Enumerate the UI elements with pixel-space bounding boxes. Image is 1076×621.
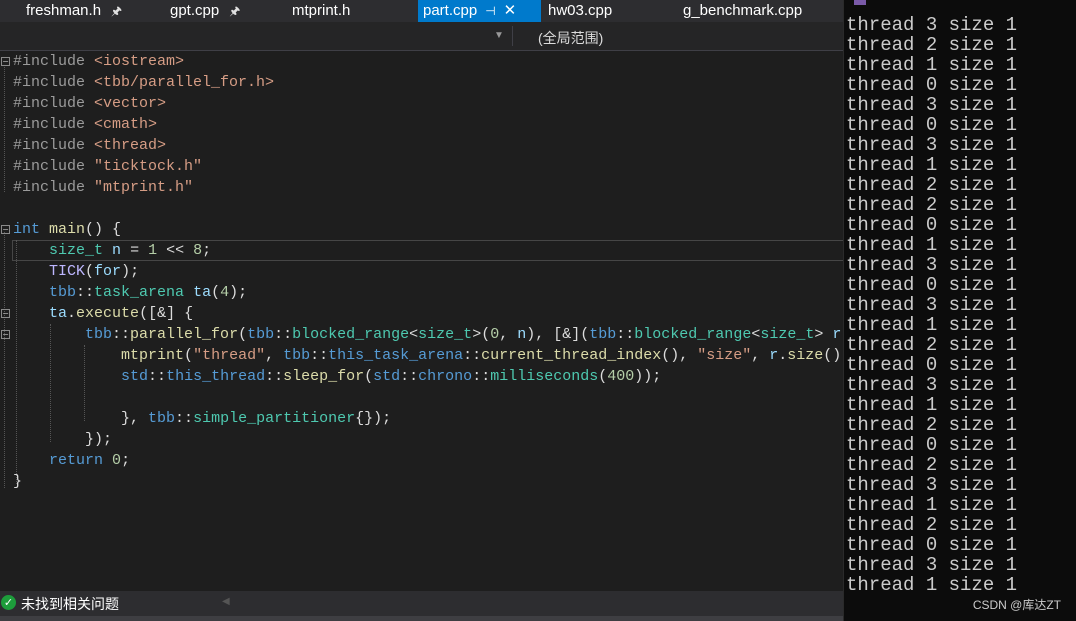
- console-line: thread 3 size 1: [846, 374, 1018, 396]
- tab-part-cpp[interactable]: part.cpp ⊣ ✕: [418, 0, 541, 22]
- tab-g-benchmark-cpp[interactable]: g_benchmark.cpp: [683, 0, 802, 22]
- code-line: }: [13, 473, 23, 490]
- pin-icon[interactable]: ⊣: [485, 4, 495, 18]
- tab-gpt-cpp[interactable]: gpt.cpp 🖈: [170, 0, 240, 22]
- console-line: thread 2 size 1: [846, 454, 1018, 476]
- console-line: thread 3 size 1: [846, 254, 1018, 276]
- tab-hw03-cpp[interactable]: hw03.cpp: [548, 0, 612, 22]
- tab-freshman-h[interactable]: freshman.h 🖈: [26, 0, 122, 22]
- console-line: thread 3 size 1: [846, 554, 1018, 576]
- console-app-icon: [854, 0, 866, 5]
- console-line: thread 1 size 1: [846, 394, 1018, 416]
- collapse-icon[interactable]: [1, 330, 10, 339]
- divider: [512, 26, 513, 46]
- horizontal-scrollbar[interactable]: [0, 616, 843, 621]
- console-line: thread 0 size 1: [846, 74, 1018, 96]
- code-line: TICK(for);: [49, 263, 140, 280]
- issues-status[interactable]: 未找到相关问题: [21, 594, 119, 614]
- pin-icon[interactable]: 🖈: [111, 4, 122, 18]
- console-output: thread 3 size 1 thread 2 size 1 thread 1 s…: [846, 15, 1017, 595]
- code-line: ta.execute([&] {: [49, 305, 194, 322]
- console-line: thread 0 size 1: [846, 214, 1018, 236]
- console-line: thread 0 size 1: [846, 114, 1018, 136]
- code-line: #include "ticktock.h": [13, 158, 203, 175]
- console-line: thread 1 size 1: [846, 154, 1018, 176]
- chevron-down-icon[interactable]: ▼: [494, 30, 504, 41]
- console-line: thread 2 size 1: [846, 334, 1018, 356]
- console-line: thread 0 size 1: [846, 354, 1018, 376]
- tab-label: g_benchmark.cpp: [683, 2, 803, 19]
- console-line: thread 1 size 1: [846, 234, 1018, 256]
- code-line: #include <cmath>: [13, 116, 158, 133]
- console-line: thread 0 size 1: [846, 434, 1018, 456]
- console-line: thread 1 size 1: [846, 54, 1018, 76]
- code-area[interactable]: #include <iostream> #include <tbb/parall…: [0, 50, 843, 590]
- code-line: mtprint("thread", tbb::this_task_arena::…: [121, 347, 843, 364]
- code-line: int main() {: [13, 221, 122, 238]
- console-line: thread 3 size 1: [846, 94, 1018, 116]
- console-line: thread 0 size 1: [846, 274, 1018, 296]
- console-title-bar: [844, 0, 1076, 5]
- console-line: thread 1 size 1: [846, 574, 1018, 596]
- console-line: thread 2 size 1: [846, 514, 1018, 536]
- code-line: }, tbb::simple_partitioner{});: [13, 410, 392, 427]
- console-line: thread 3 size 1: [846, 474, 1018, 496]
- watermark: CSDN @库达ZT: [972, 598, 1061, 612]
- code-line: std::this_thread::sleep_for(std::chrono:…: [121, 368, 662, 385]
- console-line: thread 3 size 1: [846, 294, 1018, 316]
- tab-label: part.cpp: [423, 2, 478, 19]
- check-circle-icon: ✓: [1, 595, 16, 610]
- console-window[interactable]: thread 3 size 1 thread 2 size 1 thread 1 s…: [843, 0, 1076, 621]
- console-line: thread 0 size 1: [846, 534, 1018, 556]
- collapse-icon[interactable]: [1, 57, 10, 66]
- tab-mtprint-h[interactable]: mtprint.h: [292, 0, 350, 22]
- console-line: thread 2 size 1: [846, 194, 1018, 216]
- scroll-left-icon[interactable]: ◀: [222, 596, 230, 607]
- code-line: #include <tbb/parallel_for.h>: [13, 74, 275, 91]
- tab-label: mtprint.h: [292, 2, 351, 19]
- tab-label: freshman.h: [26, 2, 102, 19]
- code-line: #include <vector>: [13, 95, 167, 112]
- code-line: });: [13, 431, 113, 448]
- indent-guide: [4, 65, 5, 192]
- code-line: size_t n = 1 << 8;: [49, 242, 212, 259]
- collapse-icon[interactable]: [1, 309, 10, 318]
- console-line: thread 1 size 1: [846, 494, 1018, 516]
- console-line: thread 1 size 1: [846, 314, 1018, 336]
- scope-dropdown[interactable]: (全局范围): [538, 28, 603, 48]
- code-line: tbb::parallel_for(tbb::blocked_range<siz…: [85, 326, 843, 343]
- tab-label: gpt.cpp: [170, 2, 220, 19]
- code-line: #include <thread>: [13, 137, 167, 154]
- status-bar: ✓ 未找到相关问题 ◀: [0, 591, 843, 616]
- close-icon[interactable]: ✕: [504, 2, 517, 19]
- indent-guide: [4, 232, 5, 488]
- console-line: thread 2 size 1: [846, 34, 1018, 56]
- console-line: thread 3 size 1: [846, 134, 1018, 156]
- navigation-bar: ▼ (全局范围): [0, 22, 843, 51]
- code-line: #include "mtprint.h": [13, 179, 194, 196]
- console-line: thread 3 size 1: [846, 14, 1018, 36]
- code-editor[interactable]: freshman.h 🖈 gpt.cpp 🖈 mtprint.h part.cpp ⊣…: [0, 0, 843, 621]
- code-line: tbb::task_arena ta(4);: [49, 284, 248, 301]
- console-line: thread 2 size 1: [846, 174, 1018, 196]
- editor-tab-bar: freshman.h 🖈 gpt.cpp 🖈 mtprint.h part.cpp ⊣…: [0, 0, 843, 22]
- tab-label: hw03.cpp: [548, 2, 613, 19]
- collapse-icon[interactable]: [1, 225, 10, 234]
- code-line: return 0;: [49, 452, 131, 469]
- console-line: thread 2 size 1: [846, 414, 1018, 436]
- code-line: #include <iostream>: [13, 53, 185, 70]
- pin-icon[interactable]: 🖈: [229, 4, 240, 18]
